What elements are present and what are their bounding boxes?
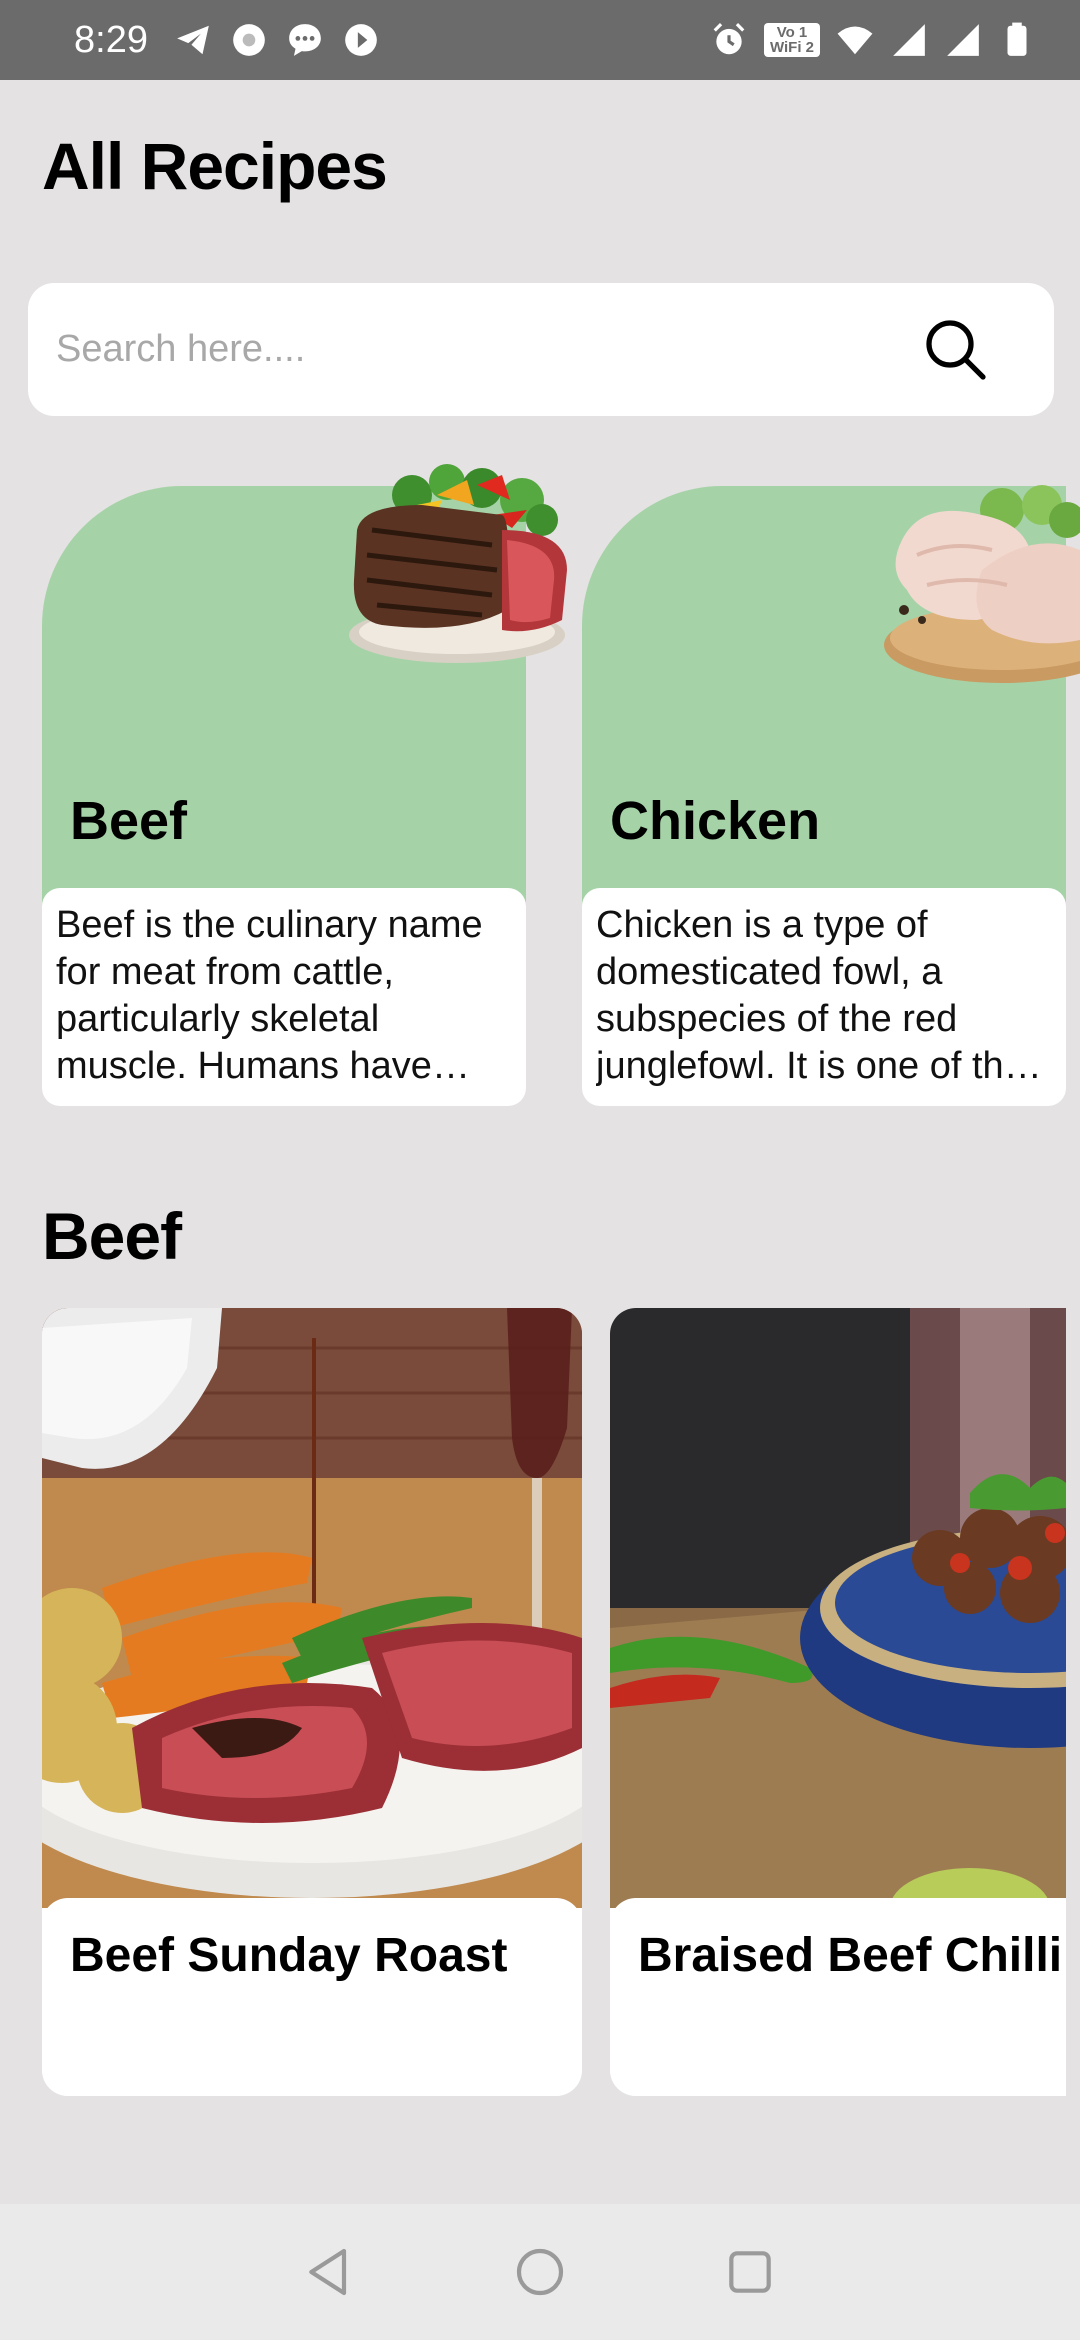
- category-name: Beef: [70, 791, 188, 851]
- search-icon[interactable]: [920, 314, 992, 386]
- back-icon: [309, 2248, 347, 2296]
- page-title: All Recipes: [42, 129, 388, 203]
- category-description: Beef is the culinary name for meat from …: [42, 888, 526, 1106]
- signal-icon: [890, 21, 928, 59]
- category-card-beef[interactable]: Beef Beef is the culinary name for meat …: [42, 460, 567, 1106]
- search-bar[interactable]: [28, 283, 1054, 416]
- category-description-text: Beef is the culinary name for meat from …: [56, 904, 483, 1087]
- search-input[interactable]: [56, 328, 920, 371]
- raw-chicken-image: [884, 485, 1080, 683]
- recipe-info: Braised Beef Chilli: [610, 1898, 1066, 2096]
- status-time: 8:29: [74, 18, 148, 61]
- category-description-text: Chicken is a type of domesticated fowl, …: [596, 904, 1025, 1087]
- recents-button[interactable]: [720, 2242, 780, 2302]
- steak-image: [349, 464, 567, 663]
- status-bar: 8:29 Vo 1 WiFi 2: [0, 0, 1080, 80]
- recipe-name: Braised Beef Chilli: [638, 1929, 1063, 1982]
- signal-icon: [944, 21, 982, 59]
- battery-icon: [998, 21, 1036, 59]
- recipe-name: Beef Sunday Roast: [70, 1929, 508, 1982]
- home-button[interactable]: [510, 2242, 570, 2302]
- wifi-calling-label: WiFi 2: [769, 39, 815, 56]
- alarm-icon: [710, 21, 748, 59]
- home-icon: [516, 2248, 564, 2296]
- volte-wifi-icon: Vo 1 WiFi 2: [764, 23, 820, 57]
- app-badge-icon: [230, 21, 268, 59]
- beef-chilli-photo: [610, 1308, 1066, 1908]
- status-left-icons: [174, 21, 380, 59]
- back-button[interactable]: [300, 2242, 360, 2302]
- section-title: Beef: [42, 1199, 182, 1273]
- roast-beef-photo: [42, 1308, 582, 1908]
- telegram-icon: [174, 21, 212, 59]
- recipe-info: Beef Sunday Roast: [42, 1898, 582, 2096]
- category-name: Chicken: [610, 791, 821, 851]
- category-card-chicken[interactable]: Chicken Chicken is a type of domesticate…: [582, 460, 1080, 1106]
- recipe-card[interactable]: Beef Sunday Roast: [42, 1308, 582, 2096]
- recents-icon: [729, 2251, 771, 2293]
- messages-icon: [286, 21, 324, 59]
- wifi-icon: [836, 21, 874, 59]
- play-icon: [342, 21, 380, 59]
- category-description: Chicken is a type of domesticated fowl, …: [582, 888, 1066, 1106]
- recipe-card[interactable]: Braised Beef Chilli: [610, 1308, 1066, 2096]
- system-nav-bar: [0, 2204, 1080, 2340]
- status-right-icons: Vo 1 WiFi 2: [710, 21, 1036, 59]
